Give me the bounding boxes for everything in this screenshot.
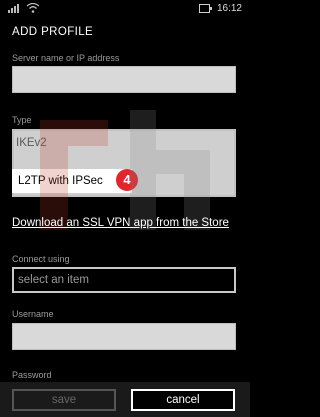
status-time: 16:12 — [216, 3, 242, 14]
connect-select[interactable]: select an item — [12, 267, 236, 293]
username-input[interactable] — [12, 323, 236, 350]
cancel-button[interactable]: cancel — [131, 389, 235, 411]
type-option-l2tp[interactable]: L2TP with IPSec — [12, 169, 132, 193]
wifi-icon — [26, 3, 40, 13]
server-label: Server name or IP address — [12, 53, 120, 63]
status-bar: 16:12 — [0, 0, 250, 16]
store-link[interactable]: Download an SSL VPN app from the Store — [12, 217, 229, 229]
connect-label: Connect using — [12, 254, 70, 264]
save-button[interactable]: save — [12, 389, 116, 411]
signal-icon — [8, 4, 19, 13]
password-label: Password — [12, 370, 52, 380]
step-badge: 4 — [116, 169, 138, 191]
battery-icon — [199, 4, 212, 13]
page-title: ADD PROFILE — [12, 26, 94, 38]
type-option-ikev2[interactable]: IKEv2 — [16, 137, 47, 149]
server-input[interactable] — [12, 66, 236, 93]
username-label: Username — [12, 309, 54, 319]
type-label: Type — [12, 115, 32, 125]
